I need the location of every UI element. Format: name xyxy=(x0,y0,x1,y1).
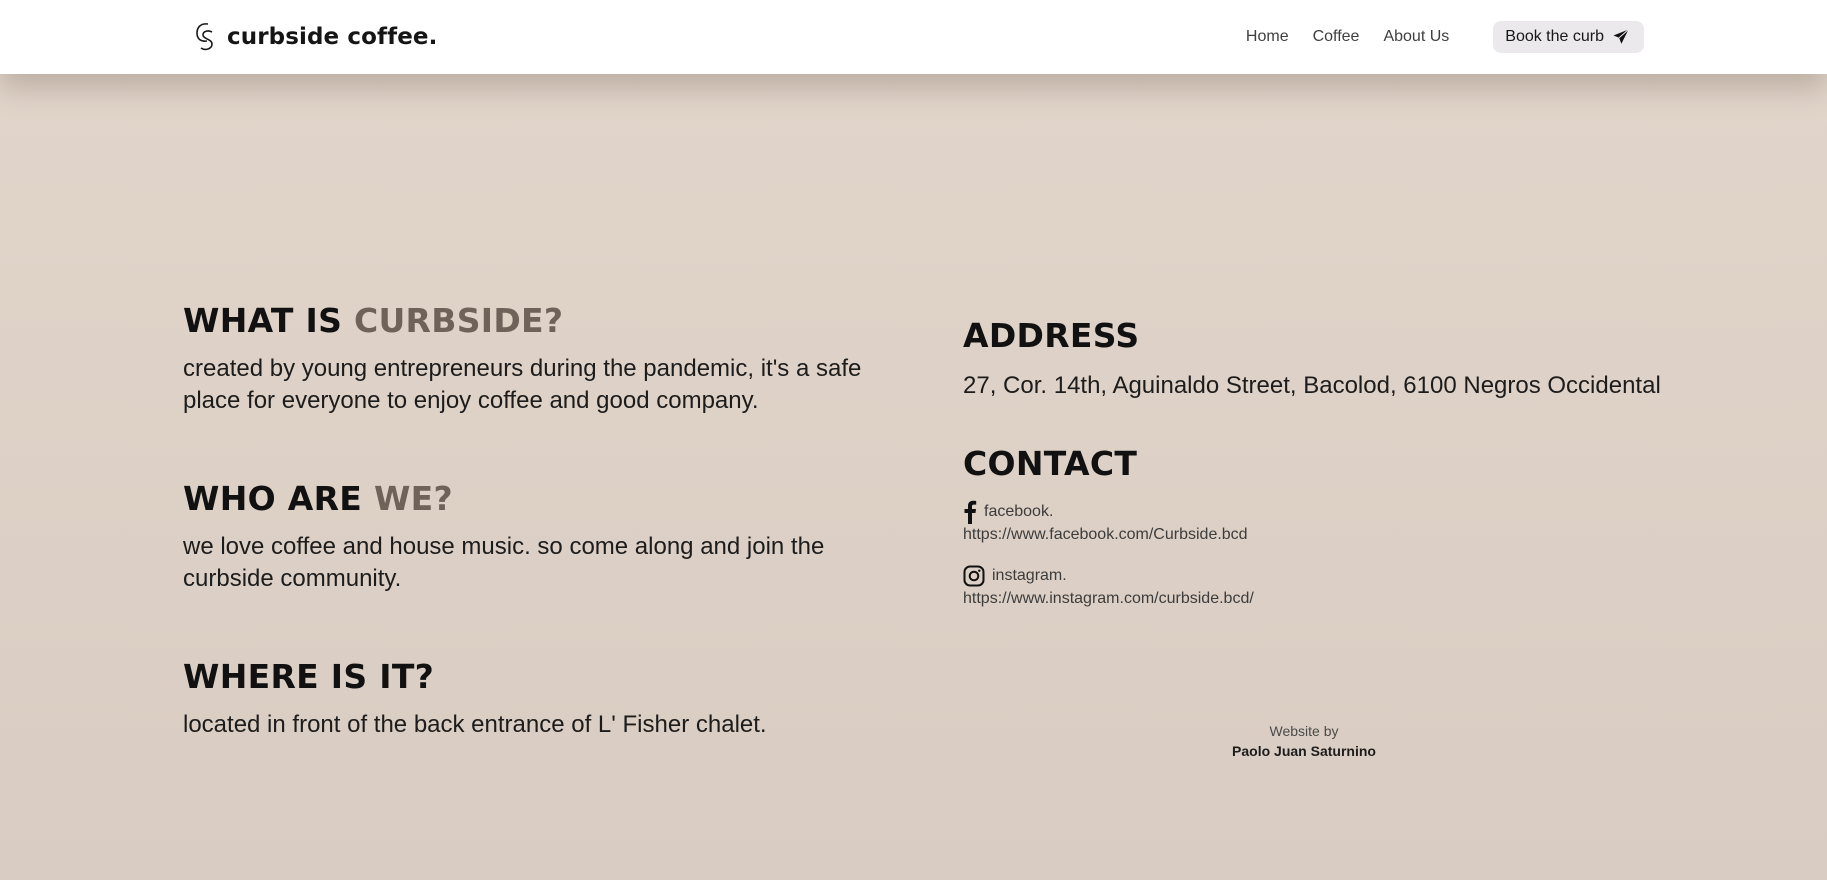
cs-monogram-logo-icon xyxy=(196,23,213,51)
facebook-label-row: facebook. xyxy=(963,500,1683,524)
site-credits: Website by Paolo Juan Saturnino xyxy=(1150,721,1458,761)
facebook-contact: facebook. https://www.facebook.com/Curbs… xyxy=(963,500,1683,544)
heading-accent: WE? xyxy=(373,479,453,518)
instagram-label: instagram. xyxy=(992,567,1067,584)
heading-text: WHERE IS IT? xyxy=(183,657,435,696)
instagram-link[interactable]: https://www.instagram.com/curbside.bcd/ xyxy=(963,590,1683,608)
brand[interactable]: curbside coffee. xyxy=(194,20,437,54)
instagram-icon[interactable] xyxy=(963,565,985,587)
who-are-we-text: we love coffee and house music. so come … xyxy=(183,533,825,592)
main-nav: Home Coffee About Us Book the curb xyxy=(1246,21,1644,53)
address-heading: ADDRESS xyxy=(963,316,1140,355)
facebook-label: facebook. xyxy=(984,503,1054,520)
nav-about-us-link[interactable]: About Us xyxy=(1383,28,1449,46)
book-the-curb-button[interactable]: Book the curb xyxy=(1493,21,1644,53)
instagram-contact: instagram. https://www.instagram.com/cur… xyxy=(963,564,1683,608)
heading-text: WHO ARE xyxy=(183,479,363,518)
heading-accent: CURBSIDE? xyxy=(353,301,564,340)
instagram-label-row: instagram. xyxy=(963,564,1683,588)
what-is-curbside-heading: WHAT IS CURBSIDE? xyxy=(183,295,883,347)
top-navbar: curbside coffee. Home Coffee About Us Bo… xyxy=(0,0,1827,74)
brand-name: curbside coffee. xyxy=(227,24,438,50)
nav-home-link[interactable]: Home xyxy=(1246,28,1289,46)
credits-author: Paolo Juan Saturnino xyxy=(1232,743,1376,759)
facebook-link[interactable]: https://www.facebook.com/Curbside.bcd xyxy=(963,526,1683,544)
what-is-curbside-text: created by young entrepreneurs during th… xyxy=(183,355,862,414)
paper-plane-icon xyxy=(1613,29,1629,44)
where-is-it-heading: WHERE IS IT? xyxy=(183,651,883,703)
info-column: ADDRESS 27, Cor. 14th, Aguinaldo Street,… xyxy=(963,312,1683,608)
book-the-curb-label: Book the curb xyxy=(1505,28,1604,45)
nav-coffee-link[interactable]: Coffee xyxy=(1313,28,1360,46)
where-is-it-section: WHERE IS IT? located in front of the bac… xyxy=(183,651,883,741)
who-are-we-heading: WHO ARE WE? xyxy=(183,473,883,525)
contact-heading: CONTACT xyxy=(963,444,1138,483)
where-is-it-text: located in front of the back entrance of… xyxy=(183,711,767,738)
credits-label: Website by xyxy=(1269,723,1339,739)
facebook-icon[interactable] xyxy=(963,500,977,524)
who-are-we-section: WHO ARE WE? we love coffee and house mus… xyxy=(183,473,883,595)
address-text: 27, Cor. 14th, Aguinaldo Street, Bacolod… xyxy=(963,372,1661,399)
about-column: WHAT IS CURBSIDE? created by young entre… xyxy=(183,295,883,797)
heading-text: WHAT IS xyxy=(183,301,343,340)
what-is-curbside-section: WHAT IS CURBSIDE? created by young entre… xyxy=(183,295,883,417)
